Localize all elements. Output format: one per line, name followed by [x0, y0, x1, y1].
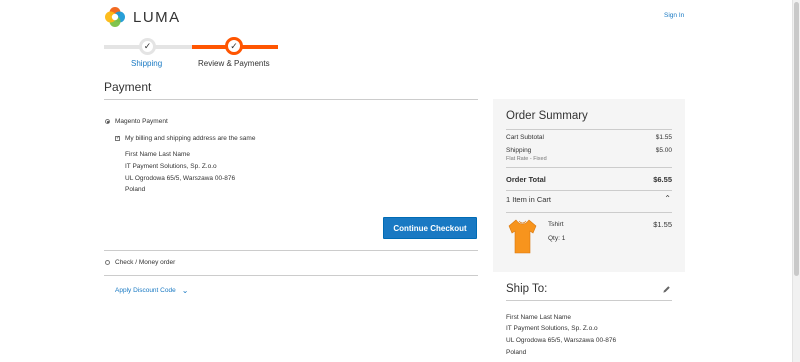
- order-total-value: $6.55: [653, 175, 672, 184]
- cart-item-price: $1.55: [653, 220, 672, 229]
- same-address-label[interactable]: My billing and shipping address are the …: [125, 135, 255, 142]
- ship-to-street: UL Ogrodowa 65/5, Warszawa 00-876: [506, 337, 617, 344]
- items-in-cart-toggle[interactable]: 1 Item in Cart: [506, 195, 551, 204]
- billing-address-company: IT Payment Solutions, Sp. Z.o.o: [125, 163, 217, 170]
- ship-to-divider: [506, 300, 672, 301]
- check-money-order-label[interactable]: Check / Money order: [115, 259, 175, 266]
- order-summary: Order Summary Cart Subtotal $1.55 Shippi…: [493, 99, 685, 272]
- same-address-checkbox[interactable]: ✓: [115, 136, 120, 141]
- pencil-edit-icon[interactable]: [662, 285, 671, 294]
- cart-subtotal-value: $1.55: [655, 134, 672, 141]
- payment-method-divider: [104, 250, 478, 251]
- cart-subtotal-label: Cart Subtotal: [506, 134, 544, 141]
- payment-title-divider: [104, 99, 478, 100]
- logo-text: LUMA: [133, 8, 181, 26]
- chevron-down-icon[interactable]: ⌄: [182, 286, 189, 295]
- shipping-label: Shipping: [506, 147, 532, 154]
- checkout-progress: ✓ ✓ Shipping Review & Payments: [104, 36, 280, 76]
- billing-address-country: Poland: [125, 186, 146, 193]
- order-summary-title: Order Summary: [506, 110, 588, 122]
- payment-title: Payment: [104, 80, 152, 94]
- magento-payment-label[interactable]: Magento Payment: [115, 118, 168, 125]
- discount-divider: [104, 275, 478, 276]
- step-shipping-check-icon[interactable]: ✓: [139, 38, 156, 55]
- billing-address-name: First Name Last Name: [125, 151, 191, 158]
- ship-to-country: Poland: [506, 349, 527, 356]
- step-review-check-icon: ✓: [225, 37, 243, 55]
- ship-to-name: First Name Last Name: [506, 314, 572, 321]
- luma-logo[interactable]: LUMA: [104, 6, 181, 28]
- order-total-label: Order Total: [506, 175, 546, 184]
- step-review-label: Review & Payments: [198, 59, 270, 68]
- tshirt-product-image: [508, 219, 537, 254]
- order-total-divider: [506, 167, 672, 168]
- scrollbar-thumb[interactable]: [794, 2, 799, 276]
- apply-discount-label[interactable]: Apply Discount Code: [115, 287, 176, 294]
- apply-discount-toggle[interactable]: Apply Discount Code ⌄: [115, 286, 188, 295]
- chevron-up-icon[interactable]: ⌃: [664, 194, 671, 203]
- luma-logo-icon: [105, 7, 125, 27]
- vertical-scrollbar[interactable]: [792, 0, 800, 362]
- sign-in-link[interactable]: Sign In: [664, 12, 684, 19]
- check-money-order-radio[interactable]: [105, 260, 110, 265]
- magento-payment-radio[interactable]: [105, 119, 110, 124]
- ship-to-company: IT Payment Solutions, Sp. Z.o.o: [506, 325, 598, 332]
- items-divider-bottom: [506, 212, 672, 213]
- continue-checkout-button[interactable]: Continue Checkout: [383, 217, 477, 239]
- items-divider-top: [506, 190, 672, 191]
- summary-title-divider: [506, 129, 672, 130]
- billing-address-street: UL Ogrodowa 65/5, Warszawa 00-876: [125, 175, 236, 182]
- ship-to-title: Ship To:: [506, 283, 548, 295]
- cart-item-name: Tshirt: [548, 221, 564, 228]
- shipping-value: $5.00: [655, 147, 672, 154]
- checkout-page: LUMA Sign In ✓ ✓ Shipping Review & Payme…: [0, 0, 792, 362]
- step-shipping-label[interactable]: Shipping: [131, 59, 162, 68]
- cart-item-qty: Qty: 1: [548, 235, 566, 242]
- shipping-method: Flat Rate - Fixed: [506, 156, 547, 162]
